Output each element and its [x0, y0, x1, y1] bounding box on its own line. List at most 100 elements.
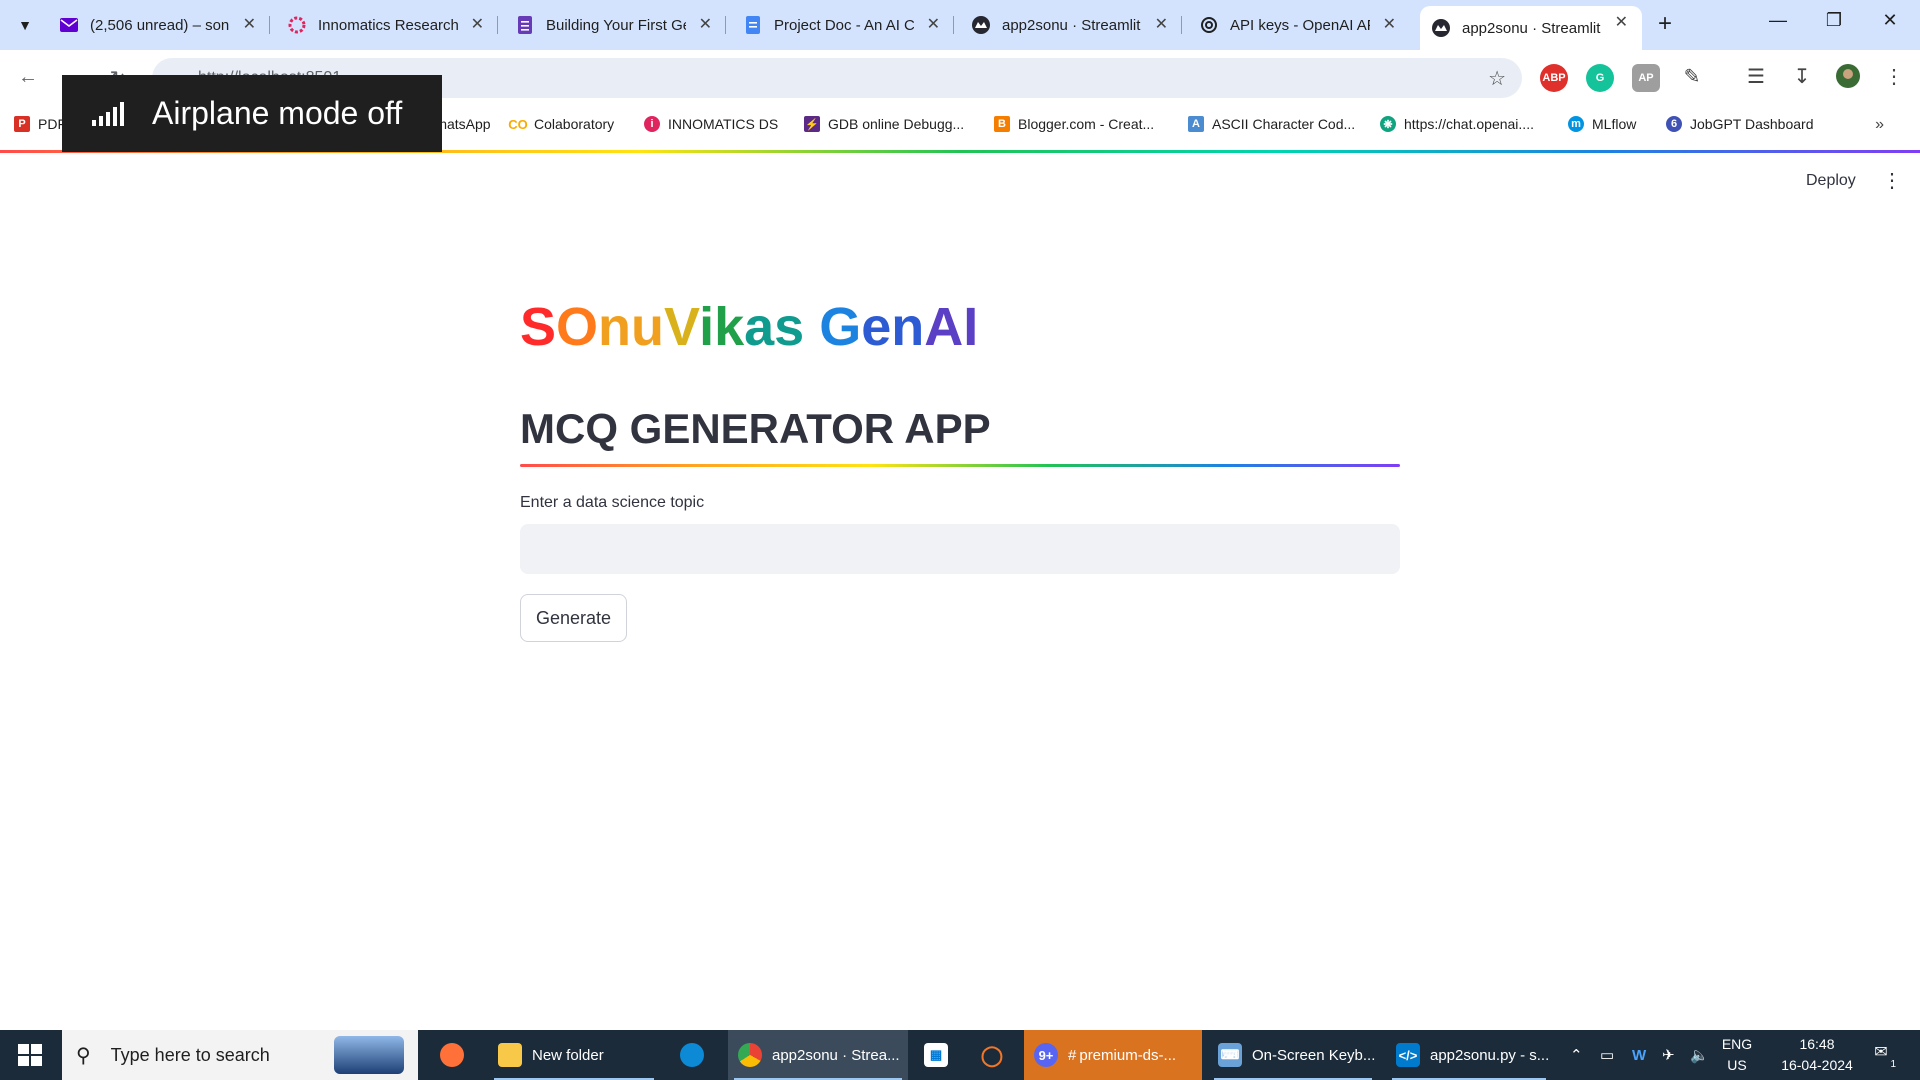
clock[interactable]: 16:48 16-04-2024	[1772, 1034, 1862, 1076]
profile-avatar[interactable]	[1834, 64, 1862, 94]
deploy-button[interactable]: Deploy	[1806, 172, 1856, 190]
brand-segment: G	[819, 297, 862, 357]
openai-icon: ❋	[1380, 116, 1396, 132]
close-icon[interactable]: ✕	[243, 14, 256, 34]
page-title: MCQ GENERATOR APP	[520, 405, 991, 452]
close-icon[interactable]: ✕	[1615, 12, 1628, 32]
taskbar-chat-app[interactable]: 9+ # premium-ds-...	[1024, 1030, 1202, 1080]
bookmark-mlflow[interactable]: m MLflow	[1568, 116, 1636, 132]
openai-icon	[1200, 16, 1218, 34]
windows-start-icon[interactable]	[18, 1044, 42, 1066]
streamlit-icon	[972, 16, 990, 34]
tab-title: Building Your First Ge	[546, 16, 686, 34]
chrome-icon	[738, 1043, 762, 1067]
bookmark-gdb[interactable]: ⚡ GDB online Debugg...	[804, 116, 964, 132]
media-control-icon[interactable]: ☰	[1742, 64, 1770, 89]
tab-docs[interactable]: Project Doc - An AI C ✕	[732, 8, 954, 42]
taskbar-firefox[interactable]	[430, 1030, 474, 1080]
jupyter-icon: ◯	[980, 1044, 1004, 1067]
tab-title: app2sonu · Streamlit	[1002, 16, 1141, 34]
taskbar-store[interactable]: ▦	[914, 1030, 962, 1080]
taskbar-jupyter[interactable]: ◯	[970, 1030, 1018, 1080]
tab-title: Innomatics Research	[318, 16, 458, 34]
close-icon[interactable]: ✕	[927, 14, 940, 34]
brand-segment: O	[556, 297, 599, 357]
close-icon[interactable]: ✕	[1155, 14, 1168, 34]
tab-openai[interactable]: API keys - OpenAI AP ✕	[1188, 8, 1410, 42]
tab-streamlit-active[interactable]: app2sonu · Streamlit ✕	[1420, 6, 1642, 50]
brand-segment: en	[861, 297, 925, 357]
new-tab-button[interactable]: +	[1650, 10, 1680, 38]
jobgpt-icon: 6	[1666, 116, 1682, 132]
mlflow-icon: m	[1568, 116, 1584, 132]
bookmark-label: MLflow	[1592, 116, 1637, 132]
adblock-icon[interactable]: ABP	[1540, 64, 1568, 92]
close-icon[interactable]: ✕	[1383, 14, 1396, 34]
taskbar-file-explorer[interactable]: New folder	[488, 1030, 660, 1080]
bookmark-ascii[interactable]: A ASCII Character Cod...	[1188, 116, 1355, 132]
airplane-icon[interactable]: ✈	[1662, 1030, 1675, 1080]
close-icon[interactable]: ✕	[471, 14, 484, 34]
taskbar-vscode[interactable]: </> app2sonu.py - s...	[1386, 1030, 1552, 1080]
time-text: 16:48	[1799, 1036, 1835, 1052]
bookmark-pdf[interactable]: P PDF	[14, 116, 66, 132]
innomatics-icon: i	[644, 116, 660, 132]
tab-search-button[interactable]: ▼	[10, 10, 40, 40]
tab-gmail[interactable]: (2,506 unread) – sonu ✕	[48, 8, 270, 42]
bookmark-innomatics[interactable]: i INNOMATICS DS	[644, 116, 778, 132]
forms-icon	[516, 16, 534, 34]
minimize-button[interactable]: —	[1758, 10, 1798, 31]
word-tray-icon[interactable]: W	[1632, 1030, 1646, 1080]
bookmark-chatgpt[interactable]: ❋ https://chat.openai....	[1380, 116, 1534, 132]
tab-streamlit-1[interactable]: app2sonu · Streamlit ✕	[960, 8, 1182, 42]
gdb-icon: ⚡	[804, 116, 820, 132]
close-window-button[interactable]: ✕	[1870, 10, 1910, 31]
speaker-muted-icon[interactable]: 🔈	[1690, 1030, 1709, 1080]
tab-innomatics[interactable]: Innomatics Research ✕	[276, 8, 498, 42]
taskbar-chrome[interactable]: app2sonu · Strea...	[728, 1030, 908, 1080]
task-label: app2sonu.py - s...	[1430, 1046, 1550, 1064]
search-placeholder: Type here to search	[110, 1044, 270, 1065]
generate-button[interactable]: Generate	[520, 594, 628, 642]
bookmark-blogger[interactable]: B Blogger.com - Creat...	[994, 116, 1154, 132]
search-highlight-image	[334, 1036, 404, 1074]
store-icon: ▦	[924, 1043, 948, 1067]
taskbar-edge[interactable]	[670, 1030, 718, 1080]
battery-icon[interactable]: ▭	[1600, 1030, 1614, 1080]
main-menu-icon[interactable]: ⋮	[1882, 168, 1902, 193]
task-label: app2sonu · Strea...	[772, 1046, 900, 1064]
bookmarks-overflow-icon[interactable]: »	[1875, 116, 1884, 134]
bookmark-colab[interactable]: CO Colaboratory	[508, 116, 614, 132]
tab-forms[interactable]: Building Your First Ge ✕	[504, 8, 726, 42]
notification-center-icon[interactable]: ✉ 1	[1868, 1042, 1896, 1070]
firefox-icon	[440, 1043, 464, 1067]
brand-segment: ik	[699, 297, 745, 357]
blogger-icon: B	[994, 116, 1010, 132]
edge-icon	[680, 1043, 704, 1067]
browser-menu-icon[interactable]: ⋮	[1880, 64, 1908, 89]
back-arrow-icon[interactable]: ←	[16, 66, 40, 89]
region-code: US	[1727, 1057, 1747, 1073]
grammarly-icon[interactable]: G	[1586, 64, 1614, 92]
folder-icon	[498, 1043, 522, 1067]
bookmark-label: https://chat.openai....	[1404, 116, 1534, 132]
language-indicator[interactable]: ENG US	[1712, 1034, 1762, 1076]
show-hidden-icons[interactable]: ⌃	[1570, 1030, 1583, 1080]
bookmark-jobgpt[interactable]: 6 JobGPT Dashboard	[1666, 116, 1813, 132]
close-icon[interactable]: ✕	[699, 14, 712, 34]
chevron-down-icon: ▼	[18, 17, 32, 33]
title-divider	[520, 464, 1400, 467]
ap-extension-icon[interactable]: AP	[1632, 64, 1660, 92]
restore-button[interactable]: ❐	[1814, 10, 1854, 31]
ascii-icon: A	[1188, 116, 1204, 132]
keyboard-icon: ⌨	[1218, 1043, 1242, 1067]
taskbar-onscreen-keyboard[interactable]: ⌨ On-Screen Keyb...	[1208, 1030, 1378, 1080]
taskbar-search[interactable]: ⚲ Type here to search	[62, 1030, 418, 1080]
topic-input[interactable]	[520, 524, 1400, 574]
tab-title: (2,506 unread) – sonu	[90, 16, 230, 34]
tab-title: Project Doc - An AI C	[774, 16, 914, 34]
extensions-puzzle-icon[interactable]: ✎	[1678, 64, 1706, 89]
download-icon[interactable]: ↧	[1788, 64, 1816, 89]
brand-segment	[804, 297, 819, 357]
bookmark-star-icon[interactable]: ☆	[1488, 66, 1506, 91]
